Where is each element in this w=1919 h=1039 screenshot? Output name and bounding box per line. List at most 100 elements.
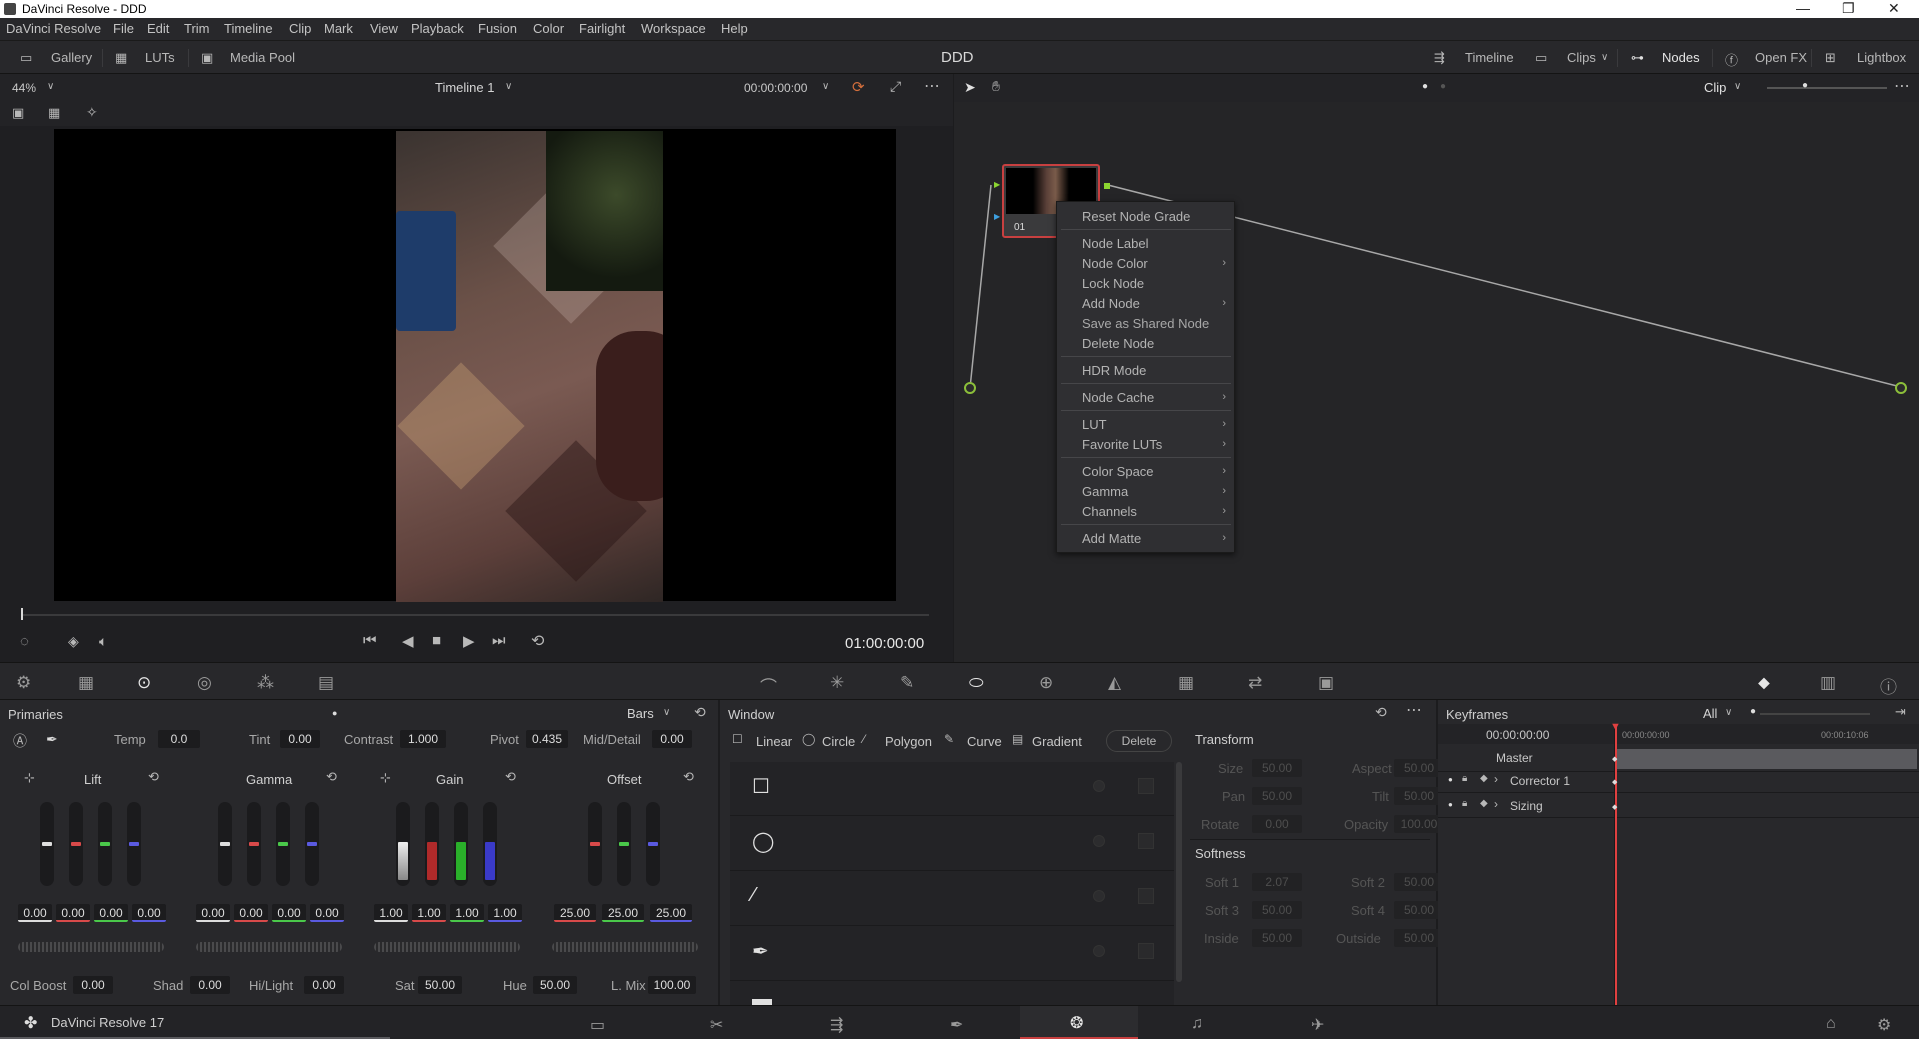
- tracker-icon[interactable]: ⊕: [1039, 673, 1053, 693]
- menu-node-label[interactable]: Node Label: [1082, 236, 1149, 251]
- single-view-icon[interactable]: ▣: [12, 105, 24, 121]
- menu-view[interactable]: View: [370, 21, 398, 36]
- node-output-handle[interactable]: [1104, 183, 1110, 189]
- lift-red-slider[interactable]: [69, 802, 83, 886]
- linear-window-icon[interactable]: ☐: [732, 732, 743, 746]
- gamma-master-slider[interactable]: [218, 802, 232, 886]
- node-mode-select[interactable]: Clip: [1704, 80, 1726, 95]
- menu-playback[interactable]: Playback: [411, 21, 464, 36]
- menu-lut[interactable]: LUT: [1082, 417, 1107, 432]
- node-input-key-icon[interactable]: ▶: [994, 212, 1000, 221]
- gamma-blue-value[interactable]: 0.00: [310, 904, 344, 922]
- window-enable-toggle[interactable]: [1093, 945, 1105, 957]
- crosshair-icon[interactable]: ⊹: [380, 770, 391, 786]
- soft2-field[interactable]: 50.00: [1394, 873, 1444, 891]
- menu-favorite-luts[interactable]: Favorite LUTs: [1082, 437, 1162, 452]
- gain-green-value[interactable]: 1.00: [450, 904, 484, 922]
- window-enable-toggle[interactable]: [1093, 780, 1105, 792]
- window-item-square[interactable]: ☐: [730, 762, 1174, 816]
- gradient-window-icon[interactable]: ▤: [1012, 732, 1023, 746]
- track-corrector[interactable]: Corrector 1: [1510, 774, 1570, 788]
- keyframe-diamond-icon[interactable]: ◆: [1480, 798, 1488, 809]
- menu-hdr-mode[interactable]: HDR Mode: [1082, 363, 1146, 378]
- settings-gear-icon[interactable]: ⚙: [1877, 1015, 1891, 1035]
- menu-davinci[interactable]: DaVinci Resolve: [6, 21, 101, 36]
- gradient-window-button[interactable]: Gradient: [1032, 734, 1082, 749]
- chevron-right-icon[interactable]: ›: [1494, 772, 1498, 786]
- go-to-start-icon[interactable]: ⏮︎: [363, 632, 377, 649]
- info-icon[interactable]: ⓘ: [1880, 673, 1897, 698]
- gain-green-slider[interactable]: [454, 802, 468, 886]
- window-item-gradient[interactable]: ▬: [730, 982, 1174, 1005]
- temp-field[interactable]: 0.0: [158, 730, 200, 748]
- keyframe-sizing-dot[interactable]: ◆: [1612, 803, 1617, 811]
- camera-raw-icon[interactable]: ⚙: [16, 673, 31, 693]
- track-visible-dot[interactable]: ●: [1448, 800, 1453, 809]
- delete-window-button[interactable]: Delete: [1106, 730, 1172, 752]
- scrubber-bar[interactable]: [21, 614, 929, 616]
- menu-color[interactable]: Color: [533, 21, 564, 36]
- offset-red-slider[interactable]: [588, 802, 602, 886]
- timeline-select[interactable]: Timeline 1: [435, 80, 494, 95]
- window-invert-toggle[interactable]: [1138, 888, 1154, 904]
- deliver-page-icon[interactable]: ✈: [1311, 1015, 1324, 1035]
- reset-icon[interactable]: ⟲: [683, 769, 694, 785]
- fusion-page-icon[interactable]: ✒: [950, 1015, 963, 1035]
- layers-icon[interactable]: ◈: [68, 633, 79, 650]
- menu-color-space[interactable]: Color Space: [1082, 464, 1154, 479]
- gamma-red-value[interactable]: 0.00: [234, 904, 268, 922]
- chevron-right-icon[interactable]: ›: [1494, 797, 1498, 811]
- expand-panel-icon[interactable]: ⇥: [1895, 704, 1906, 720]
- color-wheels-icon[interactable]: ⊙: [137, 673, 151, 693]
- gamma-red-slider[interactable]: [247, 802, 261, 886]
- fairlight-page-icon[interactable]: ♫: [1191, 1015, 1203, 1033]
- keyframe-corrector-dot[interactable]: ◆: [1612, 778, 1617, 786]
- polygon-window-icon[interactable]: ⁄: [863, 732, 865, 746]
- aspect-field[interactable]: 50.00: [1394, 759, 1444, 777]
- video-canvas[interactable]: [54, 129, 896, 603]
- rgb-mixer-icon[interactable]: ⁂: [257, 673, 274, 693]
- soft3-field[interactable]: 50.00: [1252, 901, 1302, 919]
- color-page-tab[interactable]: ❂: [1020, 1006, 1138, 1039]
- timeline-button[interactable]: Timeline: [1465, 50, 1514, 65]
- gain-blue-value[interactable]: 1.00: [488, 904, 522, 922]
- gamma-green-slider[interactable]: [276, 802, 290, 886]
- lift-red-value[interactable]: 0.00: [56, 904, 90, 922]
- source-input-dot[interactable]: [964, 382, 976, 394]
- volume-icon[interactable]: 🔈︎: [99, 633, 107, 650]
- lift-master-wheel[interactable]: [18, 942, 164, 952]
- magic-wand-icon[interactable]: ✧: [86, 104, 98, 121]
- middetail-field[interactable]: 0.00: [652, 730, 692, 748]
- menu-reset-node-grade[interactable]: Reset Node Grade: [1082, 209, 1190, 224]
- zoom-select[interactable]: 44%: [12, 81, 36, 95]
- window-invert-toggle[interactable]: [1138, 833, 1154, 849]
- curve-window-icon[interactable]: ✎: [944, 732, 954, 746]
- soft1-field[interactable]: 2.07: [1252, 873, 1302, 891]
- menu-timeline[interactable]: Timeline: [224, 21, 273, 36]
- window-list-scrollbar[interactable]: [1176, 762, 1182, 982]
- media-page-icon[interactable]: ▭: [590, 1015, 605, 1035]
- track-sizing[interactable]: Sizing: [1510, 799, 1543, 813]
- viewer-timecode[interactable]: 00:00:00:00: [744, 81, 807, 95]
- keyframe-playhead-head[interactable]: ▼: [1610, 721, 1621, 733]
- reset-icon[interactable]: ⟲: [505, 769, 516, 785]
- curve-window-button[interactable]: Curve: [967, 734, 1002, 749]
- hdr-wheels-icon[interactable]: ◎: [197, 673, 212, 693]
- menu-clip[interactable]: Clip: [289, 21, 311, 36]
- lift-master-slider[interactable]: [40, 802, 54, 886]
- clips-button[interactable]: Clips: [1567, 50, 1596, 65]
- lock-icon[interactable]: 🔒︎: [1462, 798, 1467, 809]
- window-icon[interactable]: ⬭: [969, 673, 984, 693]
- zoom-slider-knob[interactable]: ●: [1802, 80, 1808, 91]
- view-options-icon[interactable]: ◌: [20, 633, 29, 650]
- play-icon[interactable]: ▶: [463, 632, 475, 650]
- polygon-window-button[interactable]: Polygon: [885, 734, 932, 749]
- reset-icon[interactable]: ⟲: [694, 704, 706, 721]
- window-item-pen[interactable]: ✒: [730, 927, 1174, 981]
- colboost-field[interactable]: 0.00: [73, 976, 113, 994]
- gain-red-value[interactable]: 1.00: [412, 904, 446, 922]
- cut-page-icon[interactable]: ✂: [710, 1015, 723, 1035]
- sat-field[interactable]: 50.00: [418, 976, 462, 994]
- picker-icon[interactable]: ✒: [46, 731, 58, 748]
- tilt-field[interactable]: 50.00: [1394, 787, 1444, 805]
